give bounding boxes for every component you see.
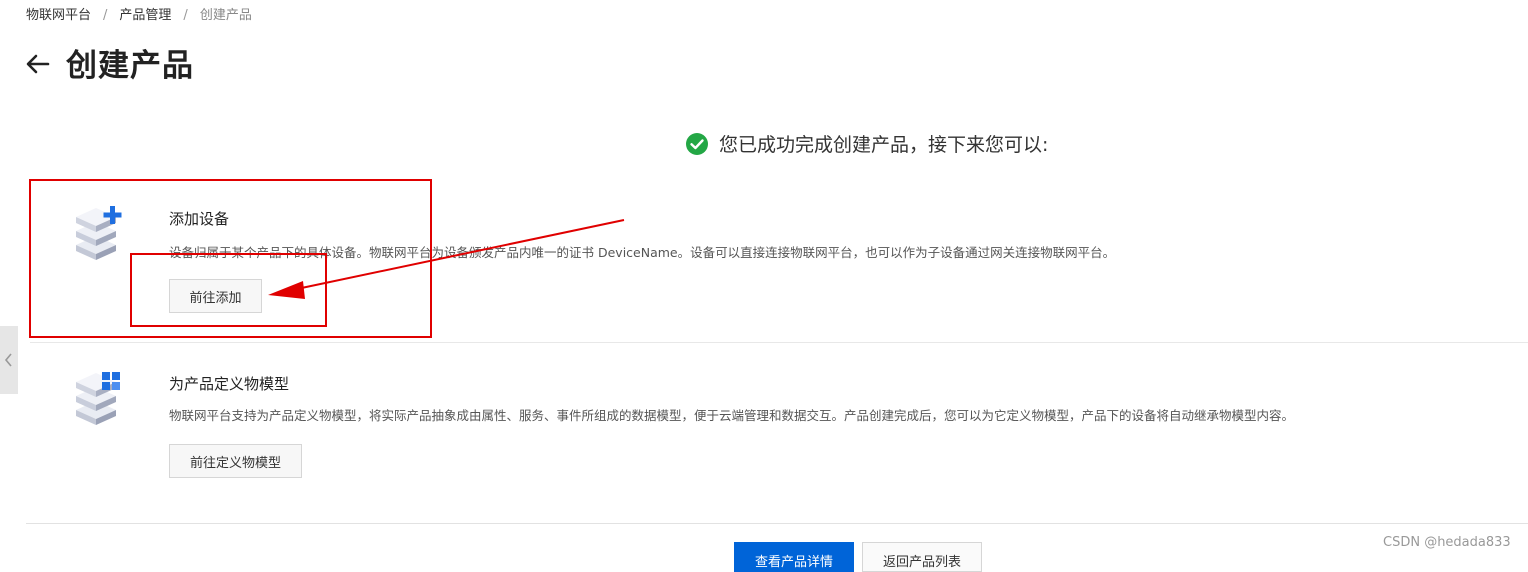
card-description: 物联网平台支持为产品定义物模型，将实际产品抽象成由属性、服务、事件所组成的数据模… — [169, 408, 1295, 423]
sidebar-collapse-tab[interactable] — [0, 326, 18, 394]
check-circle-icon — [685, 132, 709, 156]
chevron-left-icon — [4, 353, 12, 367]
success-text: 您已成功完成创建产品，接下来您可以: — [719, 134, 1049, 156]
go-define-thing-model-button[interactable]: 前往定义物模型 — [169, 444, 302, 478]
back-arrow-icon[interactable] — [24, 50, 52, 78]
back-to-product-list-button[interactable]: 返回产品列表 — [862, 542, 982, 572]
card-title: 为产品定义物模型 — [169, 375, 290, 393]
annotation-highlight-box — [130, 253, 327, 327]
breadcrumb-item-iot-platform[interactable]: 物联网平台 — [26, 8, 91, 23]
breadcrumb-current: 创建产品 — [199, 8, 252, 23]
divider — [30, 342, 1528, 343]
divider — [26, 523, 1528, 524]
success-message: 您已成功完成创建产品，接下来您可以: — [685, 130, 1048, 157]
breadcrumb: 物联网平台 / 产品管理 / 创建产品 — [26, 4, 252, 23]
breadcrumb-separator: / — [103, 8, 108, 23]
thing-model-icon — [72, 369, 124, 425]
breadcrumb-item-product-management[interactable]: 产品管理 — [119, 8, 171, 23]
breadcrumb-separator: / — [183, 8, 188, 23]
page-title: 创建产品 — [66, 48, 194, 84]
watermark: CSDN @hedada833 — [1383, 535, 1511, 550]
view-product-details-button[interactable]: 查看产品详情 — [734, 542, 854, 572]
card-define-thing-model: 为产品定义物模型 物联网平台支持为产品定义物模型，将实际产品抽象成由属性、服务、… — [30, 345, 1528, 515]
